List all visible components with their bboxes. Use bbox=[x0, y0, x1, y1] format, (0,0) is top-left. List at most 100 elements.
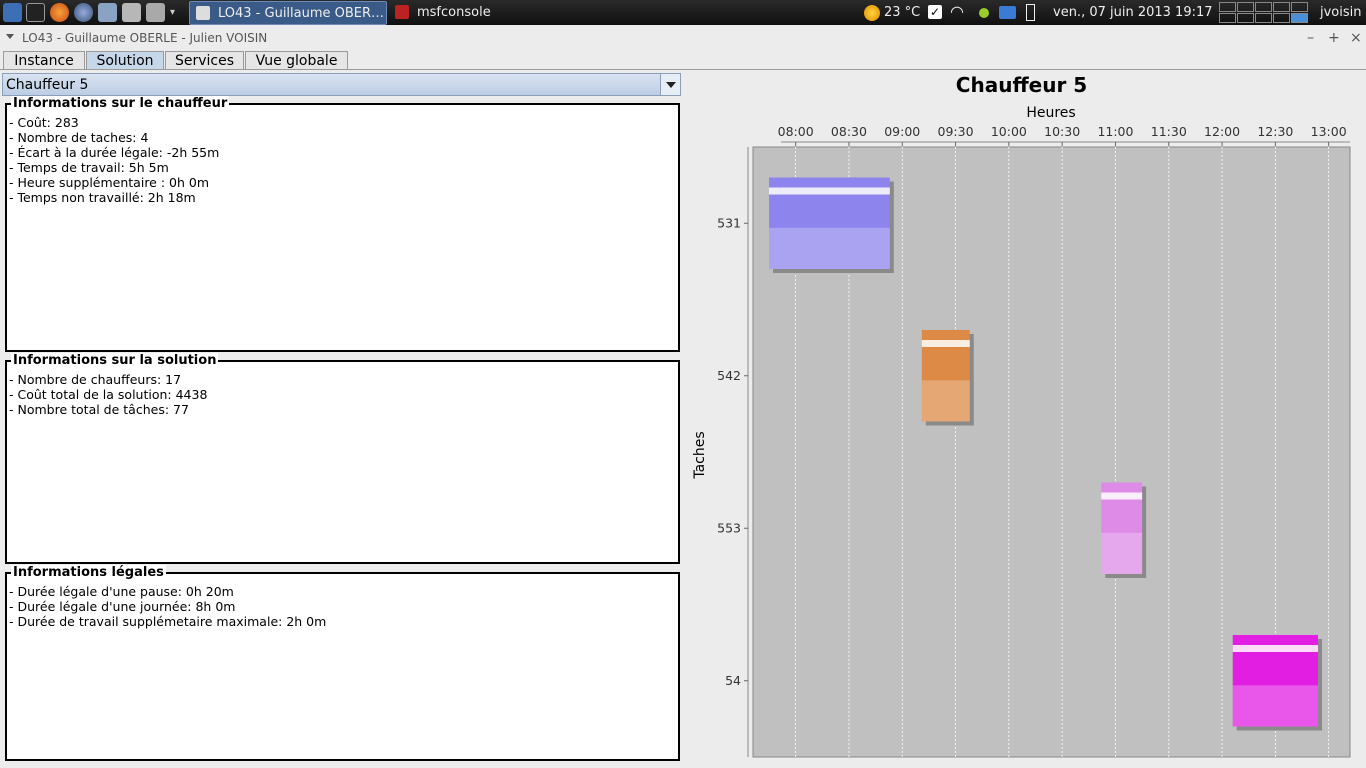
app-menu-icon[interactable] bbox=[3, 3, 22, 22]
mail-launcher-icon[interactable] bbox=[74, 3, 93, 22]
workspace-1[interactable] bbox=[1219, 2, 1236, 12]
taskbar-task-lo43[interactable]: LO43 - Guillaume OBER… bbox=[189, 1, 387, 25]
task-bar-gloss bbox=[921, 340, 970, 347]
close-button[interactable]: × bbox=[1350, 30, 1362, 46]
x-tick-label: 11:30 bbox=[1151, 124, 1187, 139]
task-bar-shadow bbox=[925, 334, 974, 426]
y-tick-label: 553 bbox=[717, 520, 741, 535]
task-bar-shadow bbox=[1105, 486, 1147, 578]
taskbar-task-label: msfconsole bbox=[417, 4, 491, 20]
window-titlebar[interactable]: LO43 - Guillaume OBERLE - Julien VOISIN … bbox=[0, 27, 1366, 49]
workspace-5[interactable] bbox=[1291, 2, 1308, 12]
x-tick-label: 09:00 bbox=[884, 124, 920, 139]
solution-info-line: - Coût total de la solution: 4438 bbox=[9, 387, 208, 402]
task-bar-highlight bbox=[768, 227, 890, 269]
file-manager-launcher-icon[interactable] bbox=[98, 3, 117, 22]
taskbar-task-msfconsole[interactable]: msfconsole bbox=[389, 1, 549, 23]
solution-info-lines: - Nombre de chauffeurs: 17 - Coût total … bbox=[9, 372, 207, 417]
tab-instance[interactable]: Instance bbox=[3, 51, 85, 70]
legal-info-line: - Durée légale d'une pause: 0h 20m bbox=[9, 584, 234, 599]
plot-area bbox=[752, 146, 1351, 758]
minimize-button[interactable]: – bbox=[1307, 30, 1314, 46]
legal-info-lines: - Durée légale d'une pause: 0h 20m - Dur… bbox=[9, 584, 326, 629]
driver-info-line: - Nombre de taches: 4 bbox=[9, 130, 149, 145]
task-bar-highlight bbox=[1232, 685, 1319, 727]
battery-icon[interactable] bbox=[1026, 4, 1035, 21]
tab-vue-globale[interactable]: Vue globale bbox=[245, 51, 348, 70]
x-tick-label: 09:30 bbox=[938, 124, 974, 139]
window-menu-icon[interactable] bbox=[6, 34, 14, 39]
wifi-icon[interactable]: ◠ bbox=[950, 2, 964, 21]
chevron-down-icon bbox=[666, 82, 676, 88]
workspace-7[interactable] bbox=[1237, 13, 1254, 23]
terminal-launcher-icon[interactable] bbox=[26, 3, 45, 22]
x-tick-label: 10:30 bbox=[1044, 124, 1080, 139]
task-bar-gloss bbox=[768, 187, 890, 195]
clock[interactable]: ven., 07 juin 2013 19:17 bbox=[1053, 0, 1213, 25]
driver-info-line: - Coût: 283 bbox=[9, 115, 79, 130]
firefox-launcher-icon[interactable] bbox=[50, 3, 69, 22]
taskbar-task-label: LO43 - Guillaume OBER… bbox=[218, 5, 385, 21]
task-bar bbox=[1232, 635, 1319, 727]
y-tick-label: 531 bbox=[717, 215, 741, 230]
y-axis-label: Taches bbox=[692, 431, 708, 479]
driver-info-line: - Temps de travail: 5h 5m bbox=[9, 160, 169, 175]
solution-info-title: Informations sur la solution bbox=[11, 353, 219, 368]
tab-services[interactable]: Services bbox=[165, 51, 244, 70]
solution-info-line: - Nombre de chauffeurs: 17 bbox=[9, 372, 182, 387]
legal-info-line: - Durée de travail supplémetaire maximal… bbox=[9, 614, 327, 629]
workspace-9[interactable] bbox=[1273, 13, 1290, 23]
task-bar bbox=[768, 177, 890, 269]
task-bar-gloss bbox=[1101, 492, 1143, 500]
task-bar bbox=[921, 330, 970, 422]
workspace-6[interactable] bbox=[1219, 13, 1236, 23]
workspace-10[interactable] bbox=[1291, 13, 1308, 23]
driver-info-title: Informations sur le chauffeur bbox=[11, 96, 230, 111]
weather-sun-icon[interactable] bbox=[864, 4, 880, 21]
clock-text[interactable]: ven., 07 juin 2013 19:17 bbox=[1053, 5, 1213, 20]
tools-launcher-icon[interactable] bbox=[146, 3, 165, 22]
settings-launcher-icon[interactable] bbox=[122, 3, 141, 22]
x-tick-label: 11:00 bbox=[1097, 124, 1133, 139]
x-tick-label: 08:00 bbox=[778, 124, 814, 139]
workspace-8[interactable] bbox=[1255, 13, 1272, 23]
workspace-2[interactable] bbox=[1237, 2, 1254, 12]
checkbox-tray-icon[interactable]: ✓ bbox=[928, 5, 942, 19]
driver-select-value: Chauffeur 5 bbox=[6, 77, 89, 93]
java-window-icon bbox=[196, 6, 210, 20]
task-bar-gloss bbox=[1232, 645, 1319, 652]
legal-info-panel: Informations légales - Durée légale d'un… bbox=[5, 565, 680, 761]
x-axis-label: Heures bbox=[1026, 105, 1076, 121]
solution-info-line: - Nombre total de tâches: 77 bbox=[9, 402, 189, 417]
y-tick-label: 542 bbox=[717, 368, 741, 383]
task-bar-shadow bbox=[772, 181, 894, 273]
task-bar-highlight bbox=[921, 380, 970, 422]
x-tick-label: 12:30 bbox=[1257, 124, 1293, 139]
driver-select-dropdown-button[interactable] bbox=[660, 74, 680, 95]
driver-info-line: - Écart à la durée légale: -2h 55m bbox=[9, 145, 220, 160]
tab-solution[interactable]: Solution bbox=[86, 51, 164, 70]
weather-temperature[interactable]: 23 °C bbox=[884, 5, 920, 20]
driver-info-panel: Informations sur le chauffeur - Coût: 28… bbox=[5, 96, 680, 352]
driver-info-lines: - Coût: 283 - Nombre de taches: 4 - Écar… bbox=[9, 115, 219, 205]
chart-title: Chauffeur 5 bbox=[955, 73, 1088, 97]
workspace-switcher[interactable] bbox=[1219, 1, 1311, 24]
y-tick-label: 54 bbox=[725, 673, 741, 688]
legal-info-title: Informations légales bbox=[11, 565, 166, 580]
task-bar bbox=[1101, 482, 1143, 574]
launcher-menu-chevron-icon[interactable]: ▾ bbox=[170, 3, 178, 22]
driver-select[interactable]: Chauffeur 5 bbox=[2, 73, 681, 96]
x-tick-label: 10:00 bbox=[991, 124, 1027, 139]
terminal-window-icon bbox=[395, 5, 409, 19]
driver-info-line: - Temps non travaillé: 2h 18m bbox=[9, 190, 196, 205]
task-bar-highlight bbox=[1101, 532, 1143, 574]
tab-divider bbox=[0, 69, 1366, 70]
status-dot-icon[interactable] bbox=[979, 8, 989, 18]
workspace-3[interactable] bbox=[1255, 2, 1272, 12]
driver-info-line: - Heure supplémentaire : 0h 0m bbox=[9, 175, 210, 190]
x-tick-label: 13:00 bbox=[1311, 124, 1347, 139]
workspace-4[interactable] bbox=[1273, 2, 1290, 12]
maximize-button[interactable]: + bbox=[1328, 30, 1340, 46]
user-name[interactable]: jvoisin bbox=[1320, 5, 1362, 20]
mail-notification-icon[interactable] bbox=[999, 6, 1016, 19]
